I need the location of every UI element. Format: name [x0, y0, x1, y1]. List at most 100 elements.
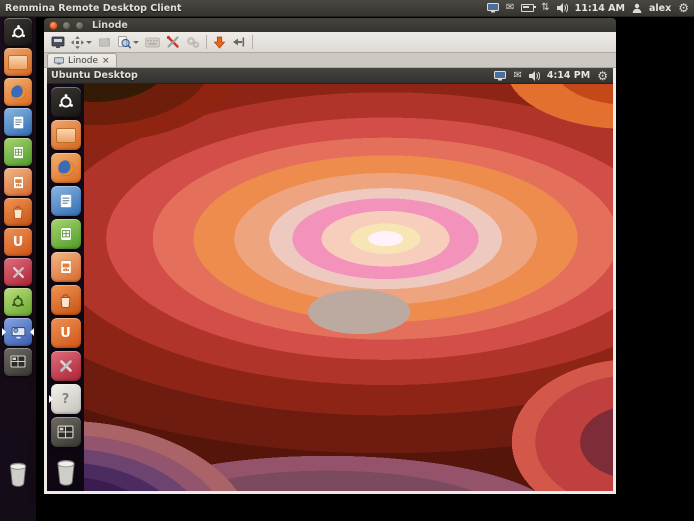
active-app-title: Remmina Remote Desktop Client	[5, 3, 181, 14]
system-settings-icon	[4, 258, 32, 286]
connection-tabbar: Linode ×	[44, 53, 616, 68]
host-launcher: U	[0, 16, 36, 521]
minimize-button[interactable]	[62, 21, 71, 30]
libreoffice-impress-icon	[4, 168, 32, 196]
fit-window-dropdown-icon[interactable]	[86, 41, 92, 47]
remote-desktop-indicator-icon[interactable]	[487, 3, 499, 13]
launcher-item-home-folder[interactable]	[4, 48, 32, 76]
workspace-switcher-icon	[51, 417, 81, 447]
firefox-icon	[51, 153, 81, 183]
remote-desktop-area: U ?	[47, 84, 613, 491]
battery-indicator-icon[interactable]	[521, 4, 534, 12]
host-username[interactable]: alex	[649, 3, 671, 14]
ubuntu-green-icon	[4, 288, 32, 316]
remote-launcher-item-libreoffice-calc[interactable]	[51, 219, 81, 249]
remmina-window: Linode	[44, 18, 616, 492]
remote-launcher-item-ubuntu-one[interactable]: U	[51, 318, 81, 348]
ubuntu-one-glyph: U	[13, 235, 24, 250]
remote-launcher-item-trash[interactable]	[51, 457, 81, 487]
session-gear-icon[interactable]: ⚙	[678, 2, 689, 14]
launcher-item-libreoffice-calc[interactable]	[4, 138, 32, 166]
remote-launcher-item-libreoffice-impress[interactable]	[51, 252, 81, 282]
launcher-item-trash[interactable]	[4, 460, 32, 488]
remmina-titlebar[interactable]: Linode	[44, 18, 616, 32]
question-glyph: ?	[62, 392, 70, 407]
launcher-item-dash-home[interactable]	[4, 18, 32, 46]
remote-mail-indicator-icon[interactable]: ✉	[513, 71, 521, 81]
maximize-button[interactable]	[75, 21, 84, 30]
network-indicator-icon[interactable]: ⇅	[541, 3, 549, 13]
remote-panel-title: Ubuntu Desktop	[51, 70, 138, 81]
remote-launcher-item-workspace-switcher[interactable]	[51, 417, 81, 447]
remote-wallpaper[interactable]	[84, 84, 613, 491]
running-indicator-arrow	[49, 395, 57, 403]
libreoffice-calc-icon	[4, 138, 32, 166]
remote-session-gear-icon[interactable]: ⚙	[597, 70, 608, 82]
disconnect-button[interactable]	[232, 36, 246, 48]
trash-icon	[51, 457, 81, 487]
ubuntu-one-icon: U	[4, 228, 32, 256]
launcher-item-firefox[interactable]	[4, 78, 32, 106]
screenshot-button[interactable]	[117, 35, 139, 49]
remote-launcher: U ?	[47, 84, 84, 491]
launcher-item-ubuntu-one[interactable]: U	[4, 228, 32, 256]
trash-icon	[4, 460, 32, 488]
remote-launcher-item-dash-home[interactable]	[51, 87, 81, 117]
remmina-toolbar	[44, 32, 616, 53]
ubuntu-software-center-icon	[4, 198, 32, 226]
running-indicator-arrow	[2, 328, 10, 336]
libreoffice-impress-icon	[51, 252, 81, 282]
workspace-switcher-icon	[4, 348, 32, 376]
window-title: Linode	[92, 20, 128, 31]
scaled-mode-button[interactable]	[98, 36, 111, 49]
host-desktop-background[interactable]: Remmina Remote Desktop Client ✉ ⇅ 11:14 …	[0, 0, 694, 521]
launcher-item-libreoffice-impress[interactable]	[4, 168, 32, 196]
remote-launcher-item-firefox[interactable]	[51, 153, 81, 183]
remote-launcher-item-system-settings[interactable]	[51, 351, 81, 381]
volume-indicator-icon[interactable]	[557, 3, 568, 13]
host-indicator-tray: ✉ ⇅ 11:14 AM alex ⚙	[487, 2, 694, 14]
user-icon[interactable]	[632, 3, 642, 13]
fullscreen-button[interactable]	[51, 35, 65, 49]
fit-window-button[interactable]	[71, 36, 92, 49]
host-top-panel: Remmina Remote Desktop Client ✉ ⇅ 11:14 …	[0, 0, 694, 17]
connection-tab-icon	[54, 57, 64, 65]
host-clock[interactable]: 11:14 AM	[575, 3, 625, 14]
remote-session-indicator-icon[interactable]	[494, 71, 506, 81]
launcher-item-system-settings[interactable]	[4, 258, 32, 286]
ubuntu-software-center-icon	[51, 285, 81, 315]
home-folder-icon	[4, 48, 32, 76]
remote-launcher-item-unknown-window[interactable]: ?	[51, 384, 81, 414]
tab-close-icon[interactable]: ×	[102, 56, 110, 66]
launcher-item-workspace-switcher[interactable]	[4, 348, 32, 376]
tab-linode[interactable]: Linode ×	[47, 53, 117, 67]
remote-indicator-tray: ✉ 4:14 PM ⚙	[494, 70, 613, 82]
keyboard-grab-button[interactable]	[145, 37, 160, 48]
libreoffice-writer-icon	[51, 186, 81, 216]
dash-home-icon	[51, 87, 81, 117]
libreoffice-calc-icon	[51, 219, 81, 249]
remote-launcher-item-ubuntu-software-center[interactable]	[51, 285, 81, 315]
retract-button[interactable]	[213, 36, 226, 49]
launcher-item-libreoffice-writer[interactable]	[4, 108, 32, 136]
ubuntu-one-icon: U	[51, 318, 81, 348]
remote-top-panel: Ubuntu Desktop ✉ 4:14 PM ⚙	[47, 68, 613, 84]
launcher-item-remmina[interactable]	[4, 318, 32, 346]
firefox-icon	[4, 78, 32, 106]
remote-volume-indicator-icon[interactable]	[529, 71, 540, 81]
close-button[interactable]	[49, 21, 58, 30]
screenshot-dropdown-icon[interactable]	[133, 41, 139, 47]
tools-button[interactable]	[166, 35, 180, 49]
remote-launcher-item-libreoffice-writer[interactable]	[51, 186, 81, 216]
remote-clock[interactable]: 4:14 PM	[547, 70, 590, 81]
launcher-item-ubuntu-software-center[interactable]	[4, 198, 32, 226]
tab-label: Linode	[68, 56, 98, 66]
system-settings-icon	[51, 351, 81, 381]
dash-home-icon	[4, 18, 32, 46]
toolbar-separator	[252, 35, 253, 49]
mail-indicator-icon[interactable]: ✉	[506, 3, 514, 13]
gears-button[interactable]	[186, 36, 200, 49]
focused-indicator-arrow	[26, 328, 34, 336]
launcher-item-ubuntu-green[interactable]	[4, 288, 32, 316]
remote-launcher-item-home-folder[interactable]	[51, 120, 81, 150]
